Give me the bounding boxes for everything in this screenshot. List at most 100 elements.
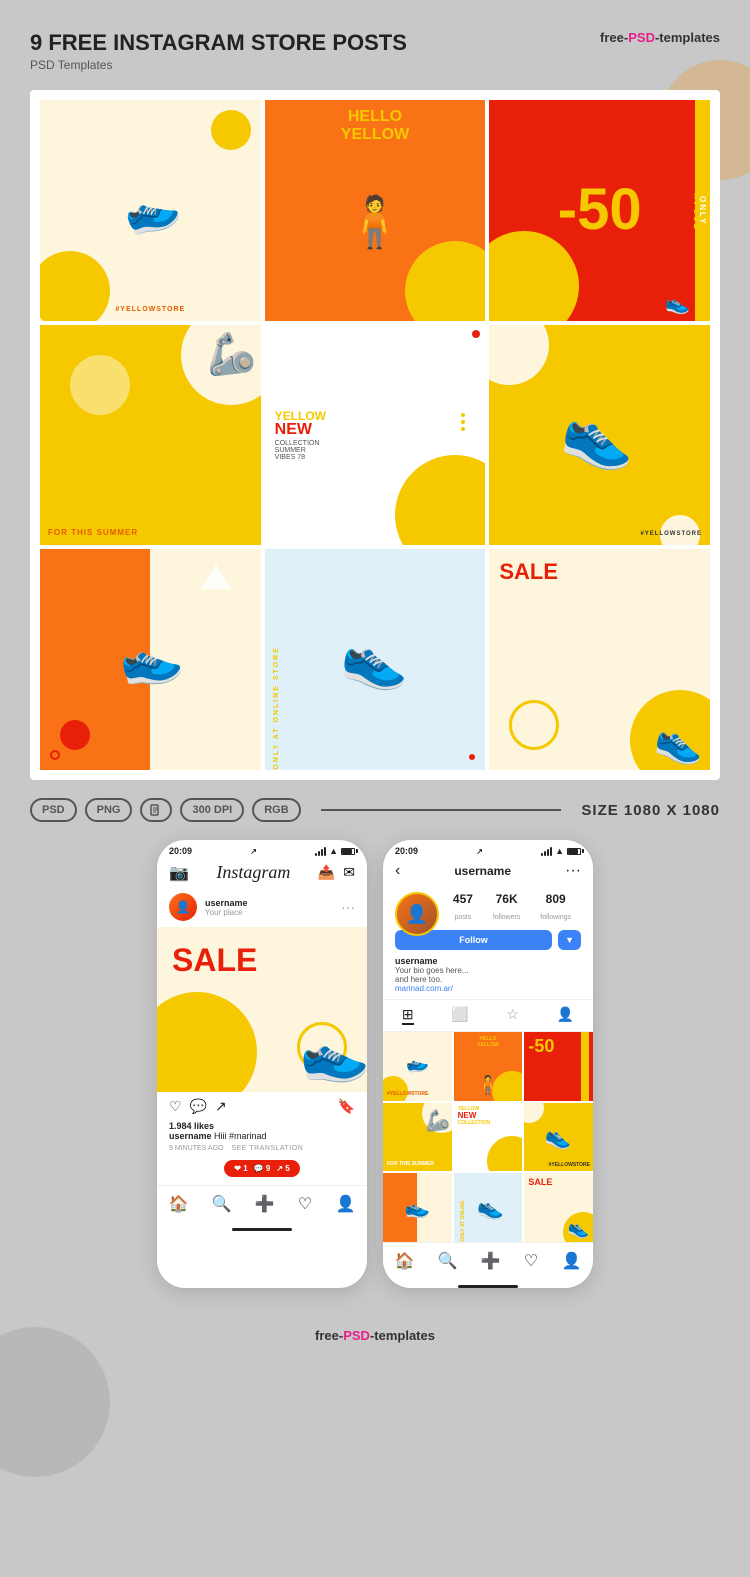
phone1-direct-icon[interactable]: ✉ <box>343 864 355 881</box>
post3-shoe-icon: 👟 <box>665 291 690 316</box>
p2-tag1: #YELLOWSTORE <box>387 1091 428 1097</box>
p2-number3: -50 <box>528 1036 554 1057</box>
phone1-post-circle1 <box>157 992 257 1092</box>
tab-reels[interactable]: ⬜ <box>451 1006 468 1025</box>
phone2-status-bar: 20:09 ↗ ▲ <box>383 840 593 858</box>
post5-line3: COLLECTIONSUMMERVIBES 78 <box>275 440 320 461</box>
signal-bars <box>315 847 326 856</box>
phone1-comment-icon[interactable]: 💬 <box>190 1098 207 1115</box>
wifi-icon: ▲ <box>329 846 338 856</box>
p2-summer4: FOR THIS SUMMER <box>387 1161 434 1167</box>
p2-circle1 <box>383 1076 408 1101</box>
phone2-nav-profile[interactable]: 👤 <box>561 1251 581 1271</box>
phone1-nav-profile[interactable]: 👤 <box>335 1194 355 1214</box>
phone1-profile-info: username Your place <box>205 898 248 917</box>
phone1-profile-row: 👤 username Your place ··· <box>157 887 367 927</box>
post5-dots <box>461 413 465 431</box>
phone1-nav-heart[interactable]: ♡ <box>298 1194 312 1214</box>
phone1-nav-search[interactable]: 🔍 <box>212 1194 232 1214</box>
p2-grid-cell-3: -50 <box>524 1032 593 1101</box>
phone1-username[interactable]: username <box>205 898 248 908</box>
stat-followings-num: 809 <box>540 892 571 906</box>
post3-number: -50 <box>558 181 642 239</box>
phone1-place: Your place <box>205 908 248 917</box>
post-cell-4: 🦾 FOR THIS SUMMER <box>40 325 261 546</box>
phone1-home-indicator <box>232 1228 292 1231</box>
stat-followers: 76K followers <box>493 892 521 924</box>
phone2-avatar: 👤 <box>395 892 439 936</box>
phone1-post-sale: SALE <box>172 942 257 979</box>
phone1-share-icon[interactable]: ↗ <box>215 1098 227 1115</box>
phone1-bookmark-icon[interactable]: 🔖 <box>338 1098 355 1115</box>
post5-line2: NEW <box>275 422 312 438</box>
phone1-direction: ↗ <box>250 847 257 856</box>
post2-person-icon: 🧍 <box>344 193 406 252</box>
post2-circle1 <box>405 241 485 321</box>
phone1-caption-text: Hiii #marinad <box>214 1131 267 1141</box>
phones-section: 20:09 ↗ ▲ <box>30 840 720 1288</box>
phone2-nav-add[interactable]: ➕ <box>481 1251 501 1271</box>
p2-shoe7: 👟 <box>403 1193 432 1222</box>
phone1-camera-icon[interactable]: 📷 <box>169 863 189 883</box>
badge-rgb: RGB <box>252 798 300 822</box>
phone1-like-icon[interactable]: ♡ <box>169 1098 182 1115</box>
phone1-caption-user: username <box>169 1131 212 1141</box>
bg-decoration-circle-bottom <box>0 1327 110 1477</box>
p2-shoe6: 👟 <box>543 1122 575 1152</box>
battery-icon <box>341 848 355 855</box>
post-cell-2: HELLOYELLOW 🧍 <box>265 100 486 321</box>
tab-tagged[interactable]: ☆ <box>506 1006 519 1025</box>
tab-contact[interactable]: 👤 <box>557 1006 574 1025</box>
page-footer: free-PSD-templates <box>30 1318 720 1343</box>
post8-shoe-icon: 👟 <box>338 624 412 695</box>
phone1-send-icon[interactable]: 📤 <box>318 864 335 881</box>
post4-this: THIS <box>71 528 96 537</box>
tab-grid[interactable]: ⊞ <box>402 1006 414 1025</box>
p2-person2: 🧍 <box>477 1075 499 1096</box>
post9-sale: SALE <box>499 559 558 585</box>
notif-shares: ↗ 5 <box>276 1164 289 1173</box>
phone2-more-btn[interactable]: ··· <box>565 862 581 880</box>
post7-red-circle <box>60 720 90 750</box>
phone1-nav-add[interactable]: ➕ <box>255 1194 275 1214</box>
phone1-time-row: 9 MINUTES AGO SEE TRANSLATION <box>157 1145 367 1152</box>
phone2-status-icons: ▲ <box>541 846 581 856</box>
format-badges: PSD PNG 300 DPI RGB <box>30 798 301 822</box>
phone1-app-logo: Instagram <box>216 862 290 883</box>
phone1-status-icons: ▲ <box>315 846 355 856</box>
stat-posts-num: 457 <box>453 892 473 906</box>
post1-circle2 <box>211 110 251 150</box>
posts-grid: 👟 #YELLOWSTORE HELLOYELLOW 🧍 -50 TODAY O… <box>30 90 720 780</box>
phone2-bottom-nav: 🏠 🔍 ➕ ♡ 👤 <box>383 1242 593 1281</box>
page-header: 9 FREE INSTAGRAM STORE POSTS PSD Templat… <box>30 30 720 72</box>
follow-dropdown-btn[interactable]: ▼ <box>558 930 581 950</box>
phone2-nav-heart[interactable]: ♡ <box>524 1251 538 1271</box>
phone1-nav-home[interactable]: 🏠 <box>169 1194 189 1214</box>
phone2-nav-home[interactable]: 🏠 <box>395 1251 415 1271</box>
phone2-photo-grid: 👟 #YELLOWSTORE HELLOYELLOW 🧍 -50 <box>383 1032 593 1242</box>
footer-brand: free-PSD-templates <box>315 1328 435 1343</box>
p2-grid-cell-5: YELLOWNEWCOLLECTION <box>454 1103 523 1172</box>
phone2-signal-bars <box>541 847 552 856</box>
p2-shoe8: 👟 <box>477 1194 507 1222</box>
phone1-see-translation[interactable]: SEE TRANSLATION <box>231 1145 303 1152</box>
phone1-action-bar: ♡ 💬 ↗ 🔖 <box>157 1092 367 1121</box>
stat-followings-label: followings <box>540 914 571 921</box>
phone1-more-dots[interactable]: ··· <box>341 899 355 915</box>
p2-arm4: 🦾 <box>424 1107 451 1134</box>
phone2-back-btn[interactable]: ‹ <box>395 862 400 880</box>
phone1-time: 20:09 <box>169 846 192 856</box>
post5-line1: YELLOW <box>275 410 326 422</box>
bio-line2: and here too. <box>395 975 581 984</box>
bio-line1: Your bio goes here... <box>395 966 581 975</box>
post-cell-3: -50 TODAY ONLY 👟 <box>489 100 710 321</box>
phone1-post-shoe-icon: 👟 <box>293 1017 367 1092</box>
post5-circle2 <box>472 330 480 338</box>
stat-posts-label: posts <box>455 914 472 921</box>
bio-link[interactable]: marinad.com.ar/ <box>395 984 581 993</box>
phone2-nav-search[interactable]: 🔍 <box>438 1251 458 1271</box>
p2-collection5: YELLOWNEWCOLLECTION <box>458 1107 491 1127</box>
post8-label: ONLY AT ONLINE STORE <box>273 549 280 770</box>
badge-dpi: 300 DPI <box>180 798 244 822</box>
size-label: SIZE 1080 X 1080 <box>581 802 720 819</box>
